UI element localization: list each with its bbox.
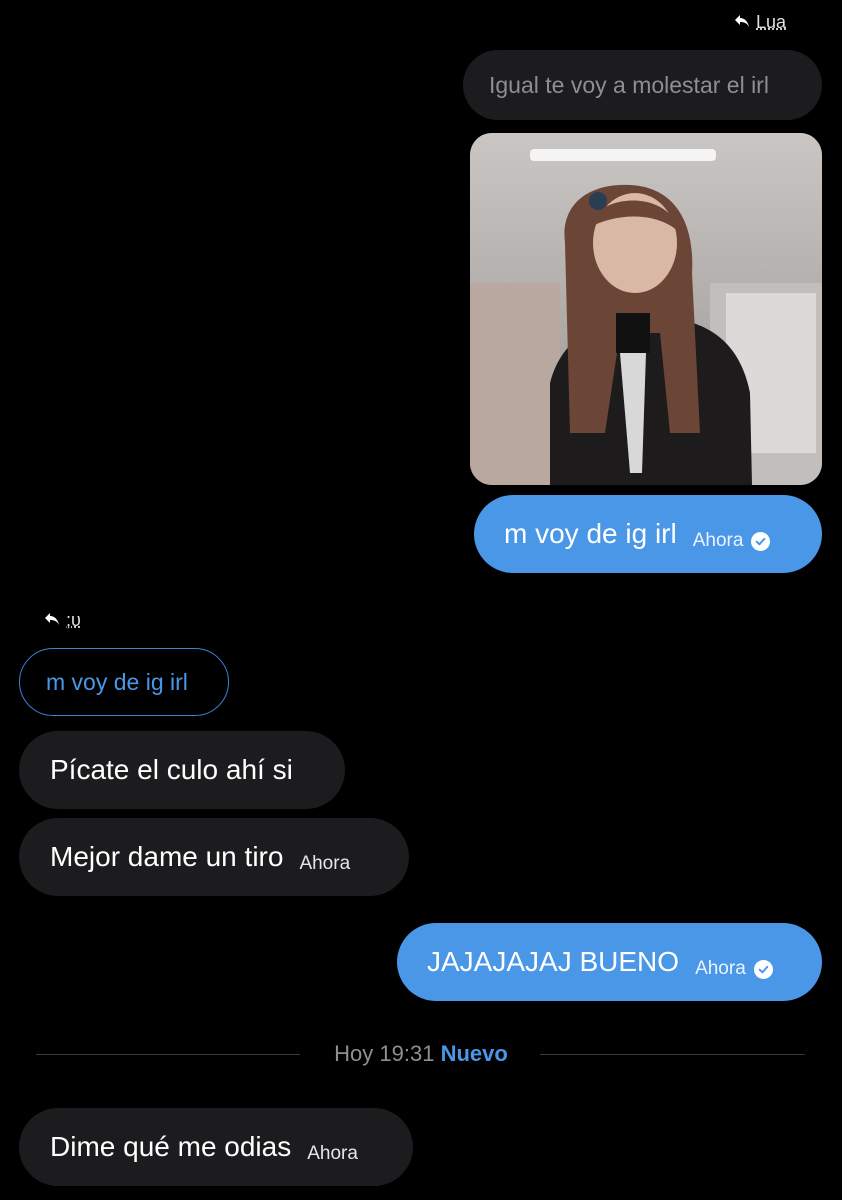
message-time: Ahora xyxy=(307,1143,358,1164)
reply-arrow-icon xyxy=(734,12,750,33)
quoted-message[interactable]: Igual te voy a molestar el irl xyxy=(463,50,822,120)
reply-arrow-icon xyxy=(44,610,60,631)
received-message[interactable]: Mejor dame un tiro Ahora xyxy=(19,818,409,896)
message-text: Dime qué me odias xyxy=(50,1131,292,1162)
received-message[interactable]: Dime qué me odias Ahora xyxy=(19,1108,413,1186)
sent-message[interactable]: JAJAJAJAJ BUENO Ahora xyxy=(397,923,822,1001)
quoted-message-text: Igual te voy a molestar el irl xyxy=(489,71,769,98)
shared-photo[interactable] xyxy=(470,133,822,485)
received-message[interactable]: Pícate el culo ahí si xyxy=(19,731,345,809)
message-time: Ahora xyxy=(695,958,746,979)
quoted-message[interactable]: m voy de ig irl xyxy=(19,648,229,716)
read-check-icon xyxy=(753,959,773,979)
message-text: Pícate el culo ahí si xyxy=(50,754,293,785)
message-text: m voy de ig irl xyxy=(504,518,677,549)
quoted-message-text: m voy de ig irl xyxy=(46,668,188,695)
message-time: Ahora xyxy=(299,853,351,874)
reply-target-name[interactable]: ;υ xyxy=(66,610,81,631)
divider-time: Hoy 19:31 xyxy=(334,1041,435,1066)
message-time: Ahora xyxy=(692,530,744,551)
divider-new-label: Nuevo xyxy=(440,1041,508,1066)
reply-label-mid: ;υ xyxy=(44,610,81,631)
read-check-icon xyxy=(751,531,771,551)
message-text: Mejor dame un tiro xyxy=(50,841,284,872)
message-text: JAJAJAJAJ BUENO xyxy=(427,946,680,977)
reply-target-name[interactable]: Lua xyxy=(756,12,786,33)
reply-label-top: Lua xyxy=(734,12,786,33)
new-messages-divider: Hoy 19:31 Nuevo xyxy=(0,1041,842,1067)
sent-message[interactable]: m voy de ig irl Ahora xyxy=(474,495,822,573)
photo-image xyxy=(470,133,822,485)
